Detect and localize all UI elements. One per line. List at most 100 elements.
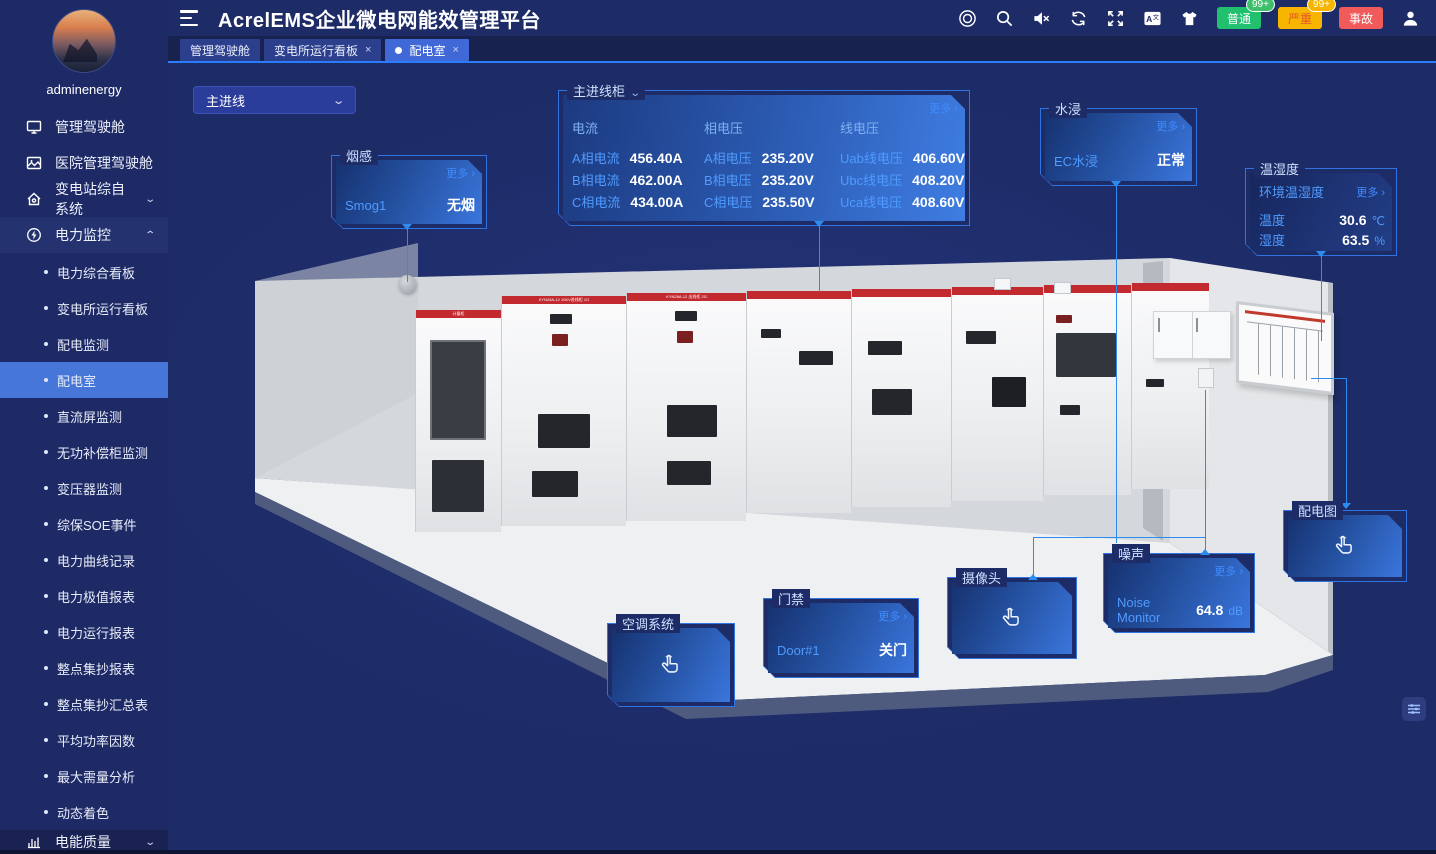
submenu-item[interactable]: 直流屏监测 [0,398,168,434]
sidebar-item-cockpit[interactable]: 管理驾驶舱 [0,109,168,145]
more-link[interactable]: 更多 › [446,165,475,181]
app-title: AcrelEMS企业微电网能效管理平台 [218,4,541,33]
submenu-item[interactable]: 最大需量分析 [0,758,168,794]
diagram-board [1236,301,1334,395]
cabinet-label: 计量柜 [416,310,501,318]
tab-distribution-room[interactable]: 配电室 × [385,39,468,61]
panel-title: 门禁 [772,589,810,608]
connector-noise [1205,390,1206,550]
submenu-item[interactable]: 变电所运行看板 [0,290,168,326]
submenu-item[interactable]: 综保SOE事件 [0,506,168,542]
door-panel: 门禁 更多 › Door#1 关门 [763,598,919,678]
connector-anchor [1316,251,1326,262]
more-link[interactable]: 更多 › [878,608,907,624]
main-incoming-panel: 主进线柜⌄ 更多 › 电流 相电压 线电压 A相电流456.40A B相电流46… [558,90,970,226]
target-icon[interactable] [958,8,978,28]
submenu-item-active[interactable]: 配电室 [0,362,168,398]
svg-text:A: A [1147,13,1153,23]
wall-meter-boxes [1153,311,1231,359]
line-selector-dropdown[interactable]: 主进线 ⌄ [193,86,356,114]
submenu-item[interactable]: 无功补偿柜监测 [0,434,168,470]
bottom-edge [0,850,1436,854]
cabinet-label: KYN28A-12 10KV进线柜 1G [502,296,626,304]
monitor-icon [26,119,42,135]
search-icon[interactable] [995,8,1015,28]
alarm-badge-accident[interactable]: 事故 [1339,7,1383,29]
device-label: 环境温湿度 [1259,182,1324,201]
panel-title: 温湿度 [1254,159,1305,178]
more-link[interactable]: 更多 › [929,100,958,116]
chevron-down-icon: ⌄ [144,837,156,848]
power-icon [26,227,42,243]
submenu-item[interactable]: 整点集抄报表 [0,650,168,686]
cabinet-7 [1043,285,1131,495]
home-icon [26,191,42,207]
refresh-icon[interactable] [1069,8,1089,28]
sidebar-item-hospital-cockpit[interactable]: 医院管理驾驶舱 [0,145,168,181]
image-icon [26,155,42,171]
avatar[interactable] [52,9,116,73]
more-link[interactable]: 更多 › [1356,184,1385,200]
device-label: Door#1 [777,643,820,658]
wall-camera-1 [994,278,1011,290]
submenu-item[interactable]: 整点集抄汇总表 [0,686,168,722]
close-icon[interactable]: × [365,44,371,56]
submenu-item[interactable]: 变压器监测 [0,470,168,506]
alarm-badge-normal[interactable]: 普通 99+ [1217,7,1261,29]
chart-icon [26,834,42,850]
device-value: 关门 [879,640,907,660]
panel-title: 主进线柜⌄ [567,81,645,100]
connector-smoke [407,229,408,282]
connector-anchor [1111,181,1121,192]
close-icon[interactable]: × [452,44,458,56]
connector-humiture [1321,256,1322,341]
device-value: 无烟 [447,195,475,215]
chevron-down-icon: ⌄ [629,88,641,99]
more-link[interactable]: 更多 › [1214,563,1243,579]
panel-title: 烟感 [340,146,378,165]
connector-anchor [814,221,824,232]
svg-text:文: 文 [1153,13,1159,21]
smoke-panel: 烟感 更多 › Smog1 无烟 [331,155,487,229]
tab-substation-board[interactable]: 变电所运行看板 × [264,39,381,61]
submenu-item[interactable]: 电力曲线记录 [0,542,168,578]
submenu-item[interactable]: 平均功率因数 [0,722,168,758]
menu-icon[interactable] [180,10,200,26]
more-link[interactable]: 更多 › [1156,118,1185,134]
connector-diagram-v [1346,378,1347,508]
tab-management-cockpit[interactable]: 管理驾驶舱 [180,39,260,61]
cabinet-4 [746,291,851,513]
hand-pointer-icon [1283,510,1407,582]
submenu-item[interactable]: 电力综合看板 [0,254,168,290]
camera-panel[interactable]: 摄像头 [947,577,1077,659]
badge-count: 99+ [1246,0,1275,12]
fullscreen-icon[interactable] [1106,8,1126,28]
user-icon[interactable] [1400,8,1420,28]
mute-icon[interactable] [1032,8,1052,28]
diagram-panel[interactable]: 配电图 [1283,510,1407,582]
username: adminenergy [0,82,168,97]
submenu-item[interactable]: 电力极值报表 [0,578,168,614]
tune-icon [1407,702,1421,716]
device-value: 正常 [1157,150,1185,170]
chevron-down-icon: ⌄ [331,94,345,107]
sidebar-item-power-monitoring[interactable]: 电力监控 ⌃ [0,217,168,253]
submenu-item[interactable]: 电力运行报表 [0,614,168,650]
connector-anchor [402,224,412,235]
active-tab-dot [395,47,402,54]
hand-pointer-icon [607,623,735,707]
alarm-badge-severe[interactable]: 严重 99+ [1278,7,1322,29]
column-header: 相电压 [704,118,743,137]
sidebar-item-substation-system[interactable]: 变电站综自系统 ⌄ [0,181,168,217]
humiture-panel: 温湿度 环境温湿度 更多 › 温度 30.6℃ 湿度 63.5% [1245,168,1397,256]
submenu-item[interactable]: 配电监测 [0,326,168,362]
cabinet-incoming-1g: KYN28A-12 10KV进线柜 1G [501,296,626,526]
connector-camera-h [1033,537,1206,538]
device-label: EC水浸 [1054,151,1098,170]
aircon-panel[interactable]: 空调系统 [607,623,735,707]
power-monitoring-submenu: 电力综合看板 变电所运行看板 配电监测 配电室 直流屏监测 无功补偿柜监测 变压… [0,254,168,830]
translate-icon[interactable]: A文 [1143,8,1163,28]
theme-icon[interactable] [1180,8,1200,28]
layer-settings-button[interactable] [1402,697,1426,721]
submenu-item[interactable]: 动态着色 [0,794,168,830]
